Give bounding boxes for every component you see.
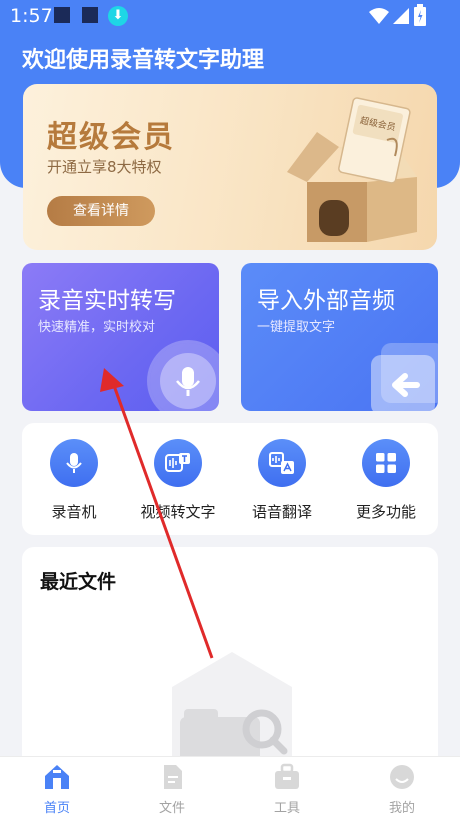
battery-icon bbox=[414, 4, 426, 26]
recent-files-section: 最近文件 bbox=[22, 547, 438, 777]
tab-profile[interactable]: 我的 bbox=[362, 763, 442, 816]
grid-icon bbox=[376, 453, 396, 473]
import-audio-card[interactable]: 导入外部音频 一键提取文字 bbox=[241, 263, 438, 411]
page-title: 欢迎使用录音转文字助理 bbox=[22, 48, 265, 73]
tab-home[interactable]: 首页 bbox=[17, 763, 97, 816]
vip-title: 超级会员 bbox=[47, 120, 175, 155]
tool-more[interactable]: 更多功能 bbox=[334, 439, 438, 529]
tool-label: 视频转文字 bbox=[140, 503, 216, 521]
signal-icon bbox=[393, 8, 409, 24]
vip-banner[interactable]: 超级会员 开通立享8大特权 查看详情 超级会员 bbox=[23, 84, 437, 250]
tab-label: 工具 bbox=[273, 801, 300, 816]
toolbox-icon bbox=[275, 763, 299, 789]
realtime-transcribe-card[interactable]: 录音实时转写 快速精准，实时校对 bbox=[22, 263, 219, 411]
home-icon bbox=[45, 765, 69, 789]
bottom-tab-bar: 首页 文件 工具 我的 bbox=[0, 756, 460, 819]
tool-recorder[interactable]: 录音机 bbox=[22, 439, 126, 529]
profile-icon bbox=[390, 765, 414, 789]
card-title: 导入外部音频 bbox=[257, 288, 395, 314]
section-title: 最近文件 bbox=[40, 571, 117, 593]
voice-translate-icon bbox=[269, 452, 294, 474]
file-icon bbox=[164, 765, 182, 789]
mic-icon bbox=[176, 367, 200, 396]
wifi-icon bbox=[369, 8, 389, 24]
video-to-text-icon bbox=[165, 453, 190, 472]
vip-subtitle: 开通立享8大特权 bbox=[47, 158, 162, 176]
tool-video-to-text[interactable]: 视频转文字 bbox=[126, 439, 230, 529]
notification-icon bbox=[54, 7, 70, 23]
mic-icon bbox=[66, 453, 82, 473]
gift-box-illustration: 超级会员 bbox=[287, 97, 417, 242]
tool-label: 录音机 bbox=[51, 503, 97, 521]
tool-label: 语音翻译 bbox=[251, 503, 312, 521]
tools-grid: 录音机 视频转文字 语音翻译 更多功能 bbox=[22, 423, 438, 535]
status-time: 1:57 bbox=[10, 5, 53, 27]
tool-label: 更多功能 bbox=[355, 503, 416, 521]
import-arrow-icon bbox=[371, 355, 435, 411]
tab-label: 首页 bbox=[43, 801, 70, 816]
notification-icon bbox=[82, 7, 98, 23]
card-subtitle: 快速精准，实时校对 bbox=[38, 320, 156, 335]
view-details-button[interactable]: 查看详情 bbox=[47, 196, 155, 226]
card-subtitle: 一键提取文字 bbox=[257, 320, 336, 335]
tab-label: 我的 bbox=[388, 801, 415, 816]
tab-files[interactable]: 文件 bbox=[132, 763, 212, 816]
tool-voice-translate[interactable]: 语音翻译 bbox=[230, 439, 334, 529]
tab-tools[interactable]: 工具 bbox=[247, 763, 327, 816]
card-title: 录音实时转写 bbox=[38, 288, 176, 314]
status-bar: 1:57 ⬇ bbox=[0, 0, 460, 34]
tab-label: 文件 bbox=[158, 801, 185, 816]
mic-button[interactable] bbox=[150, 343, 219, 411]
download-icon: ⬇ bbox=[108, 6, 128, 26]
